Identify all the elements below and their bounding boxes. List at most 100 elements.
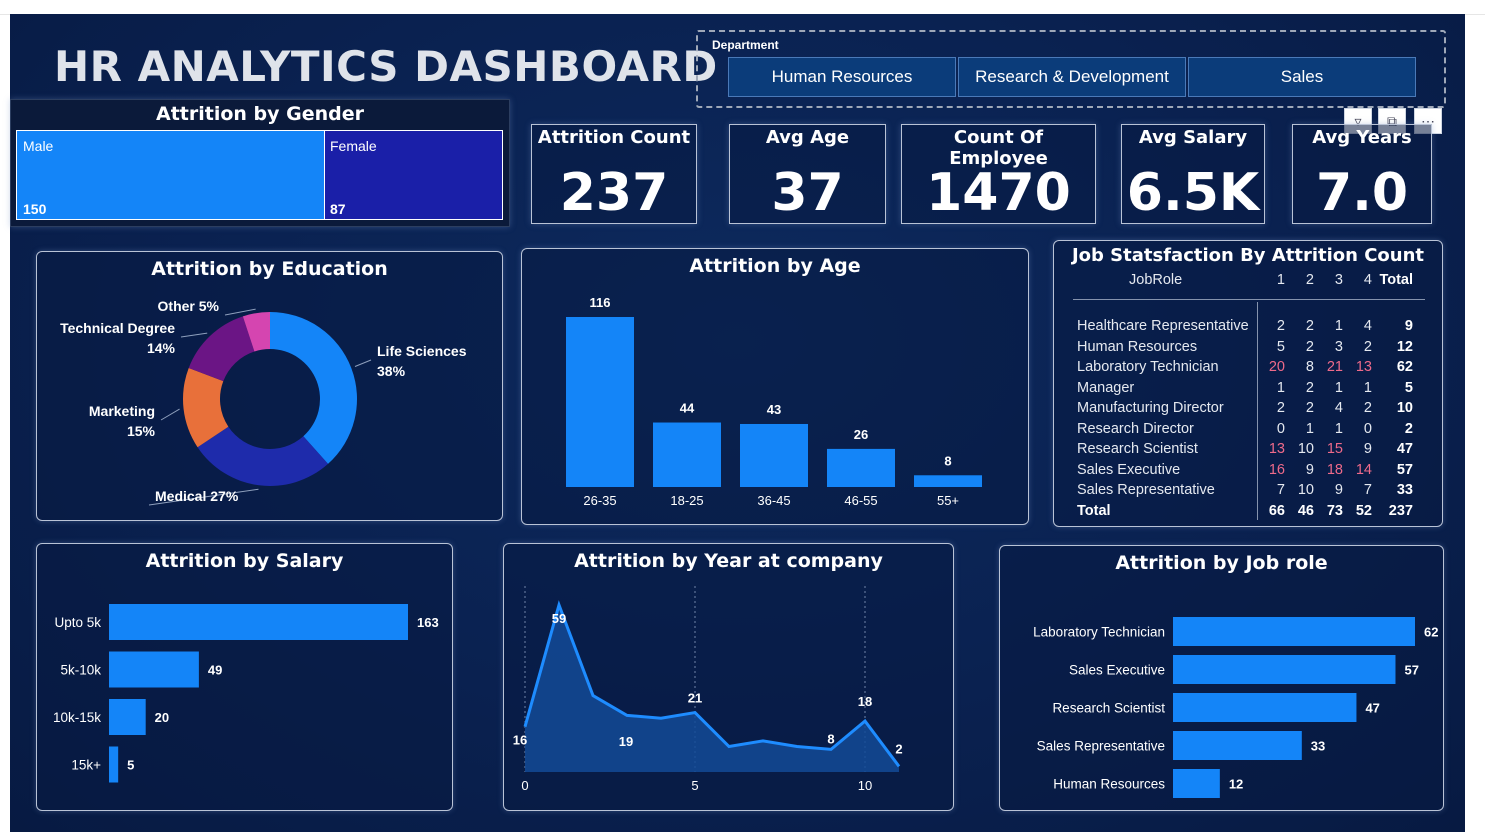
matrix-cell-value: 1: [1334, 420, 1343, 437]
year-point-label: 59: [552, 611, 566, 626]
treemap-female-label: Female: [330, 138, 377, 154]
year-point-label: 19: [619, 734, 633, 749]
matrix-cell-role: Total: [1077, 502, 1111, 519]
salary-bar-chart: Upto 5k 163 5k-10k 49 10k-15k 20 15k+ 5: [53, 604, 439, 783]
matrix-cell-value: 9: [1334, 482, 1343, 498]
treemap-male-label: Male: [23, 138, 54, 154]
matrix-cell-total: 9: [1404, 318, 1413, 334]
year-point-label: 21: [688, 691, 702, 706]
matrix-cell-value: 2: [1276, 400, 1285, 416]
age-tick-label: 46-55: [844, 493, 877, 508]
kpi-attrition-count: Attrition Count 237: [531, 124, 697, 224]
age-bar[interactable]: [566, 317, 634, 487]
salary-category-label: Upto 5k: [54, 615, 101, 630]
app-top-strip: [0, 0, 1485, 15]
matrix-cell-value: 13: [1355, 359, 1372, 375]
donut-slice[interactable]: [188, 316, 255, 382]
matrix-cell-value: 10: [1297, 482, 1314, 498]
donut-label: Other 5%: [158, 298, 220, 314]
matrix-cell-value: 1: [1334, 379, 1343, 396]
age-tick-label: 55+: [937, 493, 959, 508]
treemap-female[interactable]: Female 87: [324, 130, 503, 220]
donut-label-percent: 14%: [147, 340, 176, 356]
donut-leader-line: [180, 332, 208, 338]
matrix-cell-value: 9: [1363, 441, 1372, 457]
age-bar[interactable]: [914, 475, 982, 487]
matrix-cell-role: Manufacturing Director: [1077, 400, 1224, 416]
slicer-option-human-resources[interactable]: Human Resources: [728, 57, 956, 97]
kpi-value: 7.0: [1315, 163, 1409, 223]
salary-bar[interactable]: [109, 699, 146, 735]
slicer-option-sales[interactable]: Sales: [1188, 57, 1416, 97]
matrix-cell-value: 2: [1305, 318, 1314, 334]
dashboard-title: HR ANALYTICS DASHBOARD: [54, 42, 718, 91]
salary-bar-value: 20: [155, 710, 169, 725]
matrix-cell-role: Research Scientist: [1077, 441, 1198, 457]
matrix-cell-value: 3: [1334, 338, 1343, 355]
jobrole-bar[interactable]: [1173, 731, 1302, 760]
salary-bar[interactable]: [109, 746, 119, 783]
matrix-cell-value: 7: [1363, 482, 1372, 498]
age-bar[interactable]: [740, 423, 808, 487]
age-bar-value: 43: [767, 402, 781, 417]
age-bar[interactable]: [653, 422, 721, 487]
age-bar-chart: 116 26-35 44 18-25 43 36-45 26 46-55 8 55+: [566, 295, 982, 508]
kpi-value: 37: [771, 163, 844, 223]
salary-bar-value: 163: [417, 615, 439, 630]
education-card: Attrition by Education Life Sciences 38% M…: [36, 251, 503, 521]
department-slicer[interactable]: Department Human Resources Research & De…: [696, 30, 1446, 108]
kpi-count-of-employee: Count Of Employee 1470: [901, 124, 1096, 224]
jobrole-bar-value: 33: [1311, 739, 1325, 754]
year-card: Attrition by Year at company 0 5 10 16 59 19 2…: [503, 543, 954, 811]
salary-bar-value: 5: [127, 758, 134, 773]
jobrole-bar-value: 62: [1424, 625, 1438, 640]
matrix-header-1: 1: [1276, 272, 1285, 288]
matrix-cell-value: 1: [1334, 318, 1343, 334]
matrix-header-3: 3: [1334, 272, 1343, 288]
kpi-label: Avg Years: [1312, 127, 1412, 148]
jobrole-bar-value: 12: [1229, 777, 1243, 792]
jobrole-bar[interactable]: [1173, 693, 1357, 722]
year-point-label: 2: [895, 741, 902, 756]
jobrole-bar[interactable]: [1173, 769, 1220, 798]
donut-slice[interactable]: [270, 312, 358, 464]
salary-bar[interactable]: [109, 604, 408, 640]
matrix-cell-value: 46: [1297, 502, 1314, 519]
slicer-option-research-development[interactable]: Research & Development: [958, 57, 1186, 97]
matrix-cell-value: 2: [1276, 318, 1285, 334]
matrix-header-2: 2: [1305, 272, 1314, 288]
matrix-row: Healthcare Representative 2 2 1 4 9: [1073, 318, 1433, 338]
matrix-cell-value: 9: [1305, 461, 1314, 478]
jobrole-category-label: Sales Representative: [1037, 739, 1165, 754]
matrix-cell-value: 4: [1334, 400, 1343, 416]
age-bar[interactable]: [827, 448, 895, 487]
jobrole-bar[interactable]: [1173, 617, 1415, 646]
matrix-header-jobrole: JobRole: [1129, 272, 1183, 288]
salary-bar[interactable]: [109, 651, 199, 688]
year-point-label: 16: [513, 733, 527, 748]
jobrole-card: Attrition by Job role Laboratory Technic…: [999, 545, 1444, 811]
kpi-label: Avg Salary: [1138, 127, 1248, 148]
matrix-cell-value: 18: [1326, 461, 1343, 478]
matrix-row: Research Scientist 13 10 15 9 47: [1073, 441, 1433, 461]
matrix-cell-value: 8: [1305, 359, 1314, 375]
year-point-label: 8: [827, 731, 834, 746]
kpi-label: Avg Age: [765, 127, 850, 148]
matrix-cell-value: 4: [1363, 318, 1372, 334]
matrix-cell-role: Research Director: [1077, 420, 1194, 437]
age-bar-value: 8: [944, 453, 951, 468]
matrix-cell-role: Sales Representative: [1077, 482, 1215, 498]
donut-label-category: Marketing: [89, 403, 155, 419]
matrix-cell-value: 5: [1276, 338, 1285, 355]
jobrole-bar[interactable]: [1173, 655, 1396, 684]
donut-label: Medical 27%: [155, 488, 239, 504]
matrix-row: Manufacturing Director 2 2 4 2 10: [1073, 400, 1433, 420]
matrix-cell-value: 2: [1305, 379, 1314, 396]
matrix-cell-value: 14: [1355, 461, 1372, 478]
matrix-cell-total: 2: [1404, 420, 1413, 437]
year-tick-label: 5: [691, 778, 698, 793]
treemap-male[interactable]: Male 150: [16, 130, 325, 220]
slicer-label: Department: [712, 38, 779, 52]
matrix-cell-total: 47: [1396, 441, 1413, 457]
matrix-cell-total: 57: [1396, 461, 1413, 478]
